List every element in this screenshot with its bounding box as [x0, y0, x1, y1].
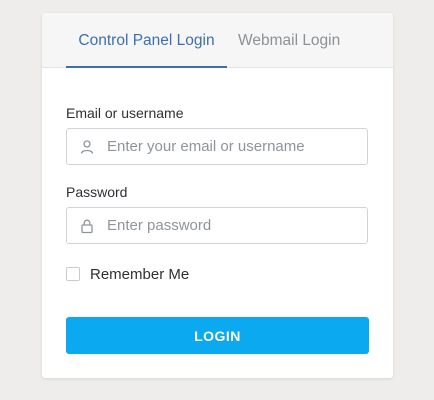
active-tab-indicator [66, 66, 227, 68]
tab-webmail-login[interactable]: Webmail Login [238, 13, 340, 67]
remember-me: Remember Me [66, 265, 189, 283]
password-label: Password [66, 184, 128, 200]
login-button[interactable]: LOGIN [66, 317, 369, 354]
password-input[interactable] [107, 208, 362, 243]
remember-me-label[interactable]: Remember Me [90, 266, 189, 283]
user-icon [79, 139, 95, 155]
email-input[interactable] [107, 129, 362, 164]
remember-me-checkbox[interactable] [66, 267, 80, 281]
tab-label: Control Panel Login [78, 32, 215, 49]
login-card: Control Panel Login Webmail Login Email … [42, 13, 393, 378]
tab-label: Webmail Login [238, 32, 341, 49]
password-field[interactable] [66, 207, 368, 244]
login-tabs: Control Panel Login Webmail Login [42, 13, 393, 68]
tab-control-panel-login[interactable]: Control Panel Login [66, 13, 227, 68]
email-field[interactable] [66, 128, 368, 165]
email-label: Email or username [66, 105, 184, 121]
lock-icon [79, 218, 95, 234]
